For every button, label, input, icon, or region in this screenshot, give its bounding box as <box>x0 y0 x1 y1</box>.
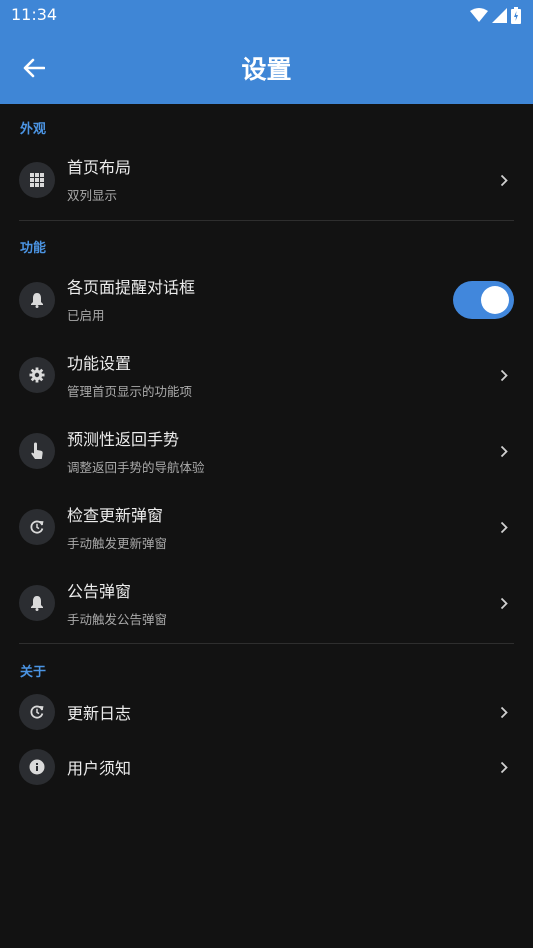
bell-icon <box>31 596 43 611</box>
row-title: 首页布局 <box>67 158 132 177</box>
setting-predictive-back[interactable]: 预测性返回手势 调整返回手势的导航体验 <box>0 414 533 490</box>
icon-circle <box>19 282 55 318</box>
row-title: 更新日志 <box>67 704 132 723</box>
app-bar: 11:34 设置 <box>0 0 533 104</box>
divider <box>19 220 514 221</box>
icon-circle <box>19 357 55 393</box>
row-title: 各页面提醒对话框 <box>67 278 196 297</box>
wifi-icon <box>470 8 488 22</box>
touch-icon <box>31 442 43 459</box>
setting-page-reminders[interactable]: 各页面提醒对话框 已启用 <box>0 262 533 338</box>
row-subtitle: 双列显示 <box>67 188 118 203</box>
section-header-appearance: 外观 <box>20 122 47 137</box>
signal-icon <box>492 7 507 23</box>
row-subtitle: 手动触发更新弹窗 <box>67 536 168 551</box>
divider <box>19 643 514 644</box>
refresh-icon <box>30 705 44 719</box>
icon-circle <box>19 433 55 469</box>
row-title: 用户须知 <box>67 759 132 778</box>
row-title: 检查更新弹窗 <box>67 506 164 525</box>
status-time: 11:34 <box>11 5 58 24</box>
reminder-toggle[interactable] <box>453 281 514 319</box>
setting-user-notice[interactable]: 用户须知 <box>0 740 533 794</box>
chevron-right-icon <box>497 444 511 458</box>
row-title: 预测性返回手势 <box>67 430 180 449</box>
gear-icon <box>29 367 45 383</box>
section-header-features: 功能 <box>20 241 47 256</box>
status-icons <box>470 5 521 25</box>
row-subtitle: 管理首页显示的功能项 <box>67 384 193 399</box>
row-subtitle: 已启用 <box>67 308 105 323</box>
row-subtitle: 调整返回手势的导航体验 <box>67 460 205 475</box>
refresh-icon <box>30 520 44 534</box>
setting-home-layout[interactable]: 首页布局 双列显示 <box>0 142 533 218</box>
row-title: 公告弹窗 <box>67 582 132 601</box>
icon-circle <box>19 749 55 785</box>
chevron-right-icon <box>497 520 511 534</box>
battery-icon <box>511 6 521 24</box>
chevron-right-icon <box>497 705 511 719</box>
page-title: 设置 <box>241 55 292 84</box>
bell-icon <box>31 293 43 308</box>
info-icon <box>29 759 45 775</box>
chevron-right-icon <box>497 760 511 774</box>
icon-circle <box>19 585 55 621</box>
toggle-knob <box>481 286 509 314</box>
grid-icon <box>30 173 44 187</box>
row-title: 功能设置 <box>67 354 132 373</box>
chevron-right-icon <box>497 368 511 382</box>
icon-circle <box>19 694 55 730</box>
chevron-right-icon <box>497 596 511 610</box>
icon-circle <box>19 162 55 198</box>
setting-announcement-popup[interactable]: 公告弹窗 手动触发公告弹窗 <box>0 566 533 642</box>
icon-circle <box>19 509 55 545</box>
chevron-right-icon <box>497 173 511 187</box>
section-header-about: 关于 <box>20 665 47 680</box>
setting-feature-settings[interactable]: 功能设置 管理首页显示的功能项 <box>0 338 533 414</box>
row-subtitle: 手动触发公告弹窗 <box>67 612 168 627</box>
setting-update-popup[interactable]: 检查更新弹窗 手动触发更新弹窗 <box>0 490 533 566</box>
setting-changelog[interactable]: 更新日志 <box>0 685 533 739</box>
